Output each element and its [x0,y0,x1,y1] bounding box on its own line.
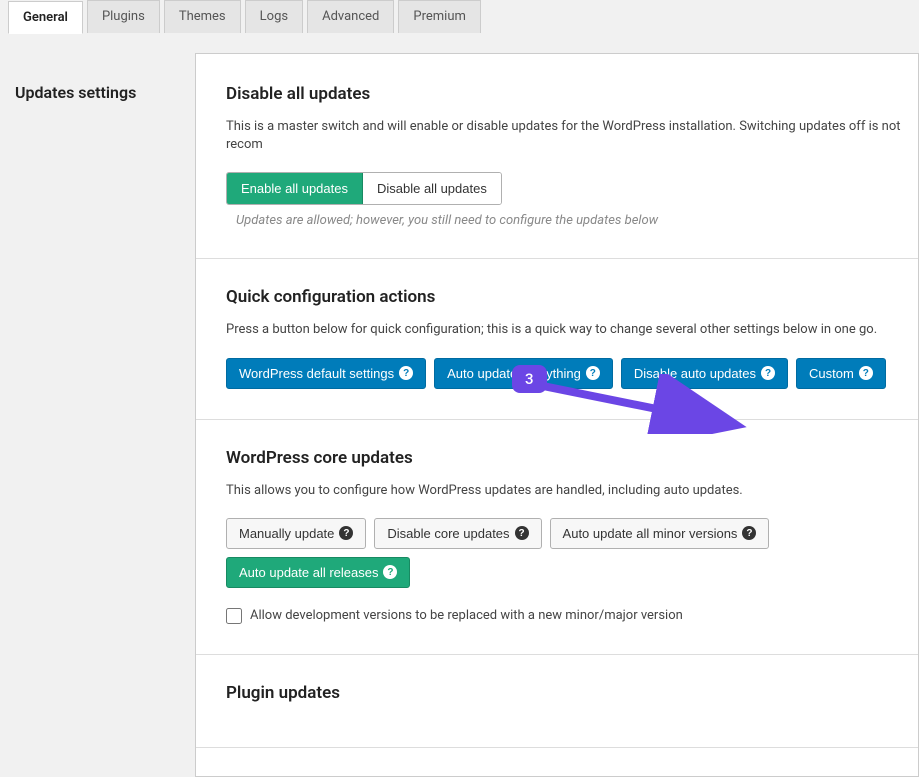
auto-update-minor-button[interactable]: Auto update all minor versions ? [550,518,770,549]
auto-update-all-releases-button[interactable]: Auto update all releases ? [226,557,410,588]
tab-plugins[interactable]: Plugins [87,0,160,33]
wp-default-settings-button[interactable]: WordPress default settings ? [226,358,426,389]
content-panel: Disable all updates This is a master swi… [195,53,919,777]
sidebar-title: Updates settings [15,83,195,102]
updates-toggle-group: Enable all updates Disable all updates [226,172,502,205]
tab-premium[interactable]: Premium [398,0,481,33]
updates-note: Updates are allowed; however, you still … [236,213,658,228]
help-icon: ? [761,366,775,380]
tabs-bar: General Plugins Themes Logs Advanced Pre… [0,0,919,33]
enable-all-updates-button[interactable]: Enable all updates [227,173,363,204]
step-badge: 3 [512,365,547,393]
section-plugin-updates: Plugin updates [196,683,918,748]
help-icon: ? [515,526,529,540]
sidebar: Updates settings [15,53,195,777]
help-icon: ? [859,366,873,380]
section-title: Disable all updates [226,84,918,104]
section-title: Plugin updates [226,683,918,703]
tab-logs[interactable]: Logs [245,0,303,33]
section-title: WordPress core updates [226,448,918,468]
disable-all-updates-button[interactable]: Disable all updates [363,173,501,204]
help-icon: ? [586,366,600,380]
help-icon: ? [399,366,413,380]
section-core-updates: WordPress core updates This allows you t… [196,448,918,655]
disable-auto-updates-button[interactable]: Disable auto updates ? [621,358,788,389]
help-icon: ? [339,526,353,540]
manually-update-button[interactable]: Manually update ? [226,518,366,549]
allow-dev-versions-label: Allow development versions to be replace… [250,608,683,623]
section-quick-config: Quick configuration actions Press a butt… [196,287,918,419]
tab-general[interactable]: General [8,1,83,34]
help-icon: ? [383,565,397,579]
help-icon: ? [742,526,756,540]
tab-advanced[interactable]: Advanced [307,0,394,33]
allow-dev-versions-checkbox[interactable] [226,608,242,624]
disable-core-updates-button[interactable]: Disable core updates ? [374,518,541,549]
section-disable-updates: Disable all updates This is a master swi… [196,84,918,259]
section-desc: This allows you to configure how WordPre… [226,482,918,500]
section-title: Quick configuration actions [226,287,918,307]
section-desc: This is a master switch and will enable … [226,118,918,154]
section-desc: Press a button below for quick configura… [226,321,918,339]
custom-button[interactable]: Custom ? [796,358,886,389]
tab-themes[interactable]: Themes [164,0,241,33]
